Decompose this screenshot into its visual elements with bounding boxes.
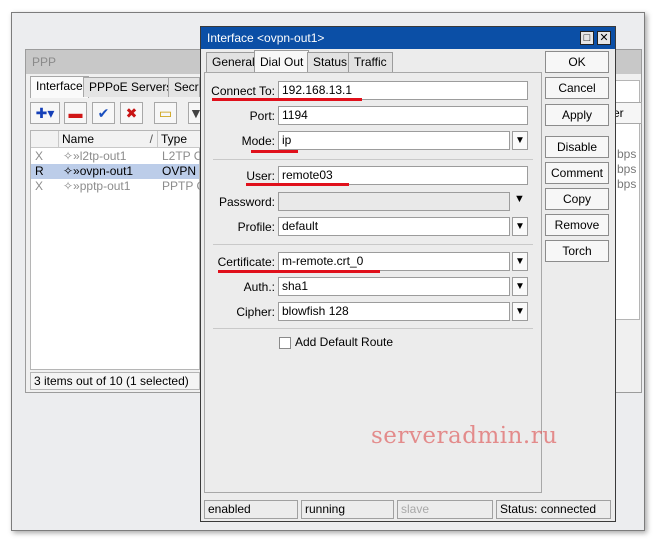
table-row-selected[interactable]: R ✧»ovpn-out1 OVPN Cl xyxy=(31,164,211,179)
apply-button[interactable]: Apply xyxy=(545,104,609,126)
note-icon: ▭ xyxy=(158,105,173,121)
highlight-underline xyxy=(246,183,349,186)
status-enabled: enabled xyxy=(204,500,298,519)
dialog-status-bar: enabled running slave Status: connected xyxy=(204,500,614,519)
column-name-label: Name xyxy=(62,132,95,146)
ppp-status-bar: 3 items out of 10 (1 selected) xyxy=(30,372,200,390)
dropdown-arrow-icon: ▼ xyxy=(515,281,525,292)
minus-icon: ▬ xyxy=(68,105,83,121)
comment-button[interactable]: Comment xyxy=(545,162,609,184)
row-flag: X xyxy=(35,149,44,163)
divider xyxy=(213,159,533,160)
row-name: ✧»pptp-out1 xyxy=(63,179,131,193)
cipher-select[interactable]: blowfish 128 xyxy=(278,302,510,321)
ok-button[interactable]: OK xyxy=(545,51,609,73)
status-running: running xyxy=(301,500,394,519)
mode-select[interactable]: ip xyxy=(278,131,510,150)
password-field[interactable] xyxy=(278,192,510,211)
cipher-label: Cipher: xyxy=(236,305,275,319)
status-connection: Status: connected xyxy=(496,500,611,519)
auth-dropdown-button[interactable]: ▼ xyxy=(512,277,528,296)
restore-icon: □ xyxy=(583,32,591,44)
disable-button[interactable]: ✖ xyxy=(120,102,143,124)
check-icon: ✔ xyxy=(97,105,110,121)
cipher-dropdown-button[interactable]: ▼ xyxy=(512,302,528,321)
dropdown-arrow-icon: ▼ xyxy=(515,306,525,317)
port-field[interactable]: 1194 xyxy=(278,106,528,125)
ppp-right-button[interactable]: er xyxy=(612,102,642,124)
auth-label: Auth.: xyxy=(243,280,275,294)
password-toggle-icon[interactable]: ▼ xyxy=(514,193,525,205)
rate-cell: bps xyxy=(617,147,637,161)
remove-button[interactable]: Remove xyxy=(545,214,609,236)
remove-button[interactable]: ▬ xyxy=(64,102,87,124)
tab-pppoe-servers[interactable]: PPPoE Servers xyxy=(83,77,179,97)
mode-dropdown-button[interactable]: ▼ xyxy=(512,131,528,150)
certificate-dropdown-button[interactable]: ▼ xyxy=(512,252,528,271)
table-row[interactable]: X ✧»l2tp-out1 L2TP Cli xyxy=(31,149,208,164)
rate-cell: bps xyxy=(617,177,637,191)
interface-table: Name / Type X ✧»l2tp-out1 L2TP Cli R ✧»o… xyxy=(30,130,211,370)
highlight-underline xyxy=(251,150,298,153)
rate-cell: bps xyxy=(617,162,637,176)
column-header-type[interactable]: Type xyxy=(158,131,201,148)
cross-icon: ✖ xyxy=(125,105,138,121)
tab-interface[interactable]: Interface xyxy=(30,76,89,98)
profile-select[interactable]: default xyxy=(278,217,510,236)
dropdown-arrow-icon: ▼ xyxy=(515,221,525,232)
plus-icon: ✚▾ xyxy=(35,105,55,121)
dialog-title: Interface <ovpn-out1> xyxy=(207,31,325,45)
add-default-route-label: Add Default Route xyxy=(295,335,394,349)
sort-icon: / xyxy=(149,132,153,146)
disable-button[interactable]: Disable xyxy=(545,136,609,158)
certificate-select[interactable]: m-remote.crt_0 xyxy=(278,252,510,271)
divider xyxy=(213,244,533,245)
column-header-name[interactable]: Name / xyxy=(59,131,158,148)
divider xyxy=(213,328,533,329)
dropdown-arrow-icon: ▼ xyxy=(515,135,525,146)
copy-button[interactable]: Copy xyxy=(545,188,609,210)
mode-label: Mode: xyxy=(241,134,275,148)
row-name: ✧»l2tp-out1 xyxy=(63,149,127,163)
tab-traffic[interactable]: Traffic xyxy=(348,52,393,72)
row-name: ✧»ovpn-out1 xyxy=(63,164,134,178)
highlight-underline xyxy=(218,270,380,273)
profile-dropdown-button[interactable]: ▼ xyxy=(512,217,528,236)
table-row[interactable]: X ✧»pptp-out1 PPTP Cli xyxy=(31,179,210,194)
profile-label: Profile: xyxy=(237,220,275,234)
auth-select[interactable]: sha1 xyxy=(278,277,510,296)
cancel-button[interactable]: Cancel xyxy=(545,77,609,99)
torch-button[interactable]: Torch xyxy=(545,240,609,262)
close-icon: ✕ xyxy=(599,32,609,44)
close-button[interactable]: ✕ xyxy=(597,31,611,45)
enable-button[interactable]: ✔ xyxy=(92,102,115,124)
dropdown-arrow-icon: ▼ xyxy=(515,256,525,267)
tab-general[interactable]: General xyxy=(206,52,261,72)
port-label: Port: xyxy=(249,109,275,123)
tab-secrets[interactable]: Secre xyxy=(168,77,200,97)
row-flag: X xyxy=(35,179,44,193)
certificate-label: Certificate: xyxy=(217,255,275,269)
add-default-route-checkbox[interactable] xyxy=(279,337,291,349)
column-header-flag[interactable] xyxy=(31,131,59,148)
watermark-text: serveradmin.ru xyxy=(371,423,558,449)
highlight-underline xyxy=(212,98,362,101)
tab-status[interactable]: Status xyxy=(307,52,354,72)
restore-button[interactable]: □ xyxy=(580,31,594,45)
row-flag: R xyxy=(35,164,44,178)
tab-dial-out[interactable]: Dial Out xyxy=(254,50,310,72)
dialog-titlebar: Interface <ovpn-out1> □ ✕ xyxy=(201,27,615,49)
add-button[interactable]: ✚▾ xyxy=(30,102,60,124)
password-label: Password: xyxy=(218,195,275,209)
comment-button[interactable]: ▭ xyxy=(154,102,177,124)
status-slave: slave xyxy=(397,500,493,519)
